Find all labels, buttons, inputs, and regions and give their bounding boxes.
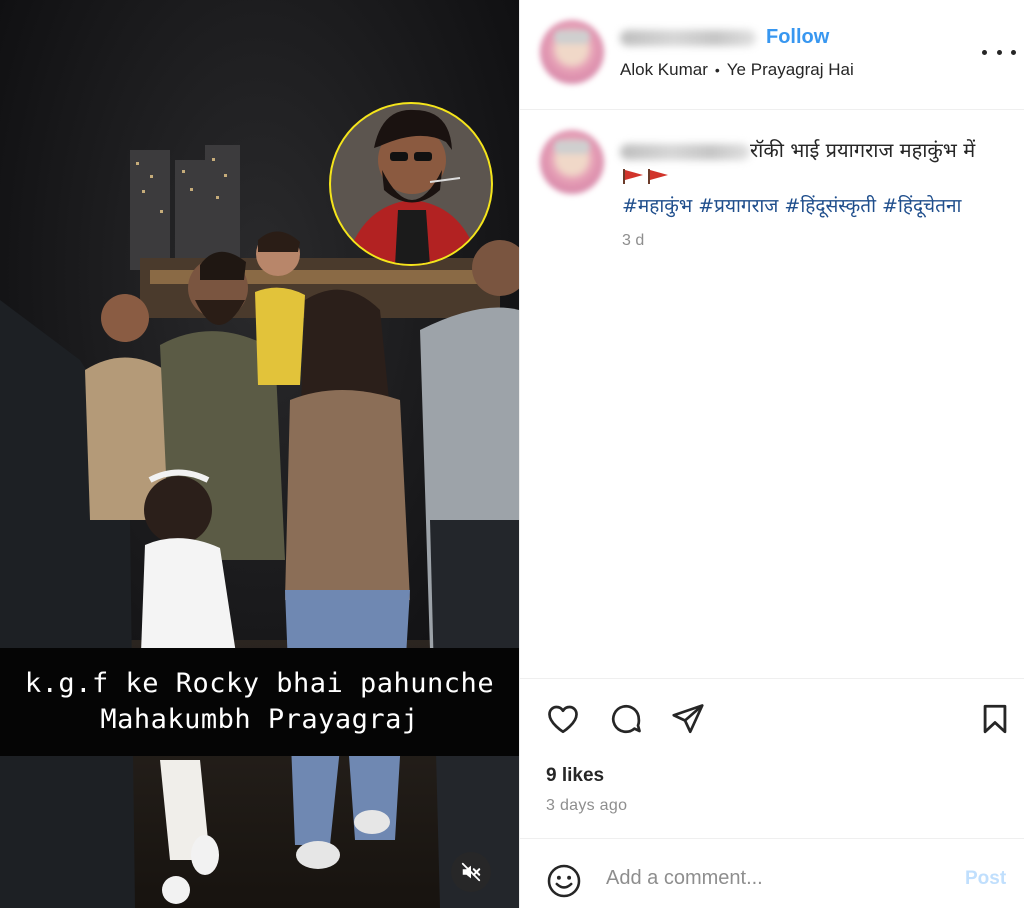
audio-separator: • — [714, 62, 720, 78]
speaker-muted-icon — [461, 862, 481, 882]
hashtag-link[interactable]: #हिंदूसंस्कृती — [784, 195, 876, 217]
caption-author-avatar[interactable] — [540, 130, 604, 194]
video-player[interactable]: k.g.f ke Rocky bhai pahunche Mahakumbh P… — [0, 0, 519, 908]
post-date[interactable]: 3 days ago — [546, 797, 627, 815]
video-caption-overlay: k.g.f ke Rocky bhai pahunche Mahakumbh P… — [0, 648, 519, 756]
more-horizontal-icon — [982, 49, 987, 55]
audio-artist[interactable]: Alok Kumar — [620, 60, 708, 79]
add-comment-bar: Post — [520, 838, 1024, 908]
caption-age[interactable]: 3 d — [622, 232, 644, 250]
video-caption-line-2: Mahakumbh Prayagraj — [100, 704, 419, 735]
hashtag-link[interactable]: #हिंदूचेतना — [882, 195, 961, 217]
hashtag-link[interactable]: #प्रयागराज — [698, 195, 778, 217]
send-icon[interactable] — [670, 701, 706, 737]
mute-toggle-button[interactable] — [451, 852, 491, 892]
heart-icon[interactable] — [544, 701, 582, 737]
caption-author-username-blurred[interactable] — [620, 144, 750, 160]
caption-body: रॉकी भाई प्रयागराज महाकुंभ में — [750, 138, 976, 162]
caption-hashtags: #महाकुंभ #प्रयागराज #हिंदूसंस्कृती #हिंदूचे… — [622, 192, 967, 218]
red-flag-icon — [622, 168, 669, 184]
emoji-icon[interactable] — [546, 863, 582, 899]
post-actions: 9 likes 3 days ago — [520, 678, 1024, 838]
likes-count[interactable]: 9 likes — [546, 765, 604, 787]
comment-icon[interactable] — [608, 701, 644, 737]
post-comment-button[interactable]: Post — [965, 868, 1006, 890]
post-side-panel: Follow Alok Kumar • Ye Prayagraj Hai रॉकी … — [519, 0, 1024, 908]
audio-info[interactable]: Alok Kumar • Ye Prayagraj Hai — [620, 60, 854, 80]
author-username-blurred[interactable] — [620, 30, 756, 46]
follow-button[interactable]: Follow — [766, 26, 829, 49]
comment-input[interactable] — [606, 863, 946, 893]
post-header: Follow Alok Kumar • Ye Prayagraj Hai — [520, 0, 1024, 110]
caption-text: रॉकी भाई प्रयागराज महाकुंभ में — [750, 136, 1010, 165]
video-frame — [0, 0, 519, 908]
video-caption-line-1: k.g.f ke Rocky bhai pahunche — [24, 668, 495, 699]
instagram-post: k.g.f ke Rocky bhai pahunche Mahakumbh P… — [0, 0, 1024, 908]
bookmark-icon[interactable] — [978, 701, 1012, 737]
audio-title[interactable]: Ye Prayagraj Hai — [727, 60, 854, 79]
hashtag-link[interactable]: #महाकुंभ — [622, 195, 692, 217]
more-options-button[interactable] — [982, 40, 1016, 64]
author-avatar[interactable] — [540, 20, 604, 84]
